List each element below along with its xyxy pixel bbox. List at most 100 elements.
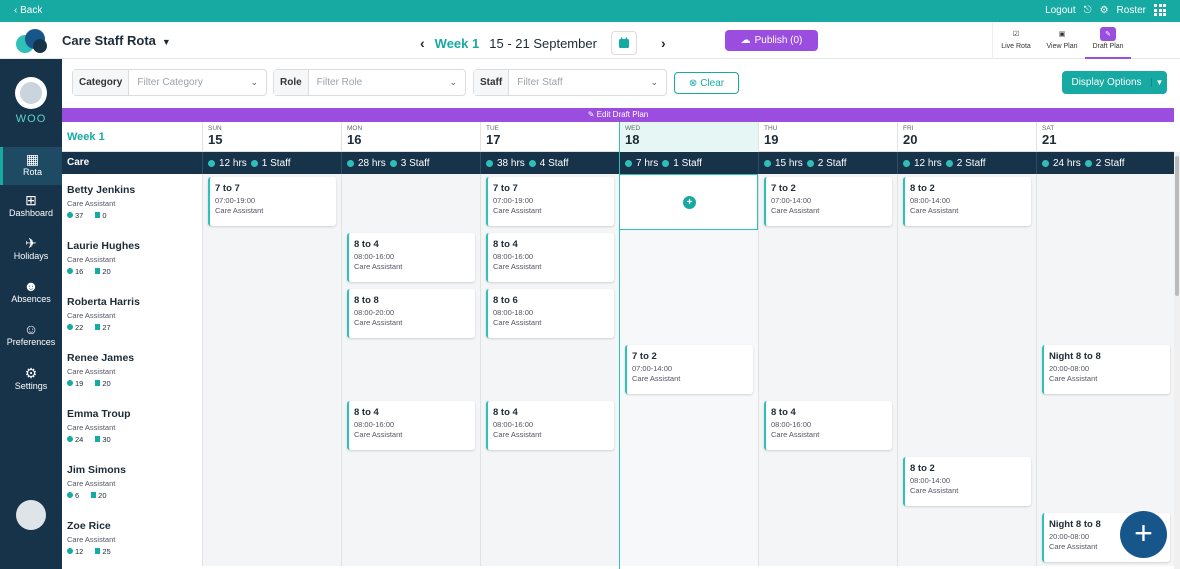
rota-cell[interactable] (1036, 454, 1175, 510)
sidebar-item-dashboard[interactable]: ⊞ Dashboard (0, 192, 62, 218)
rota-cell[interactable] (897, 286, 1036, 342)
rota-cell[interactable] (1036, 174, 1175, 230)
roster-link[interactable]: Roster (1117, 5, 1146, 16)
shift-card[interactable]: 7 to 7 07:00-19:00 Care Assistant (208, 177, 336, 226)
staff-info[interactable]: Renee James Care Assistant 19 20 (62, 342, 202, 398)
rota-cell[interactable] (619, 398, 758, 454)
shift-card[interactable]: 8 to 8 08:00-20:00 Care Assistant (347, 289, 475, 338)
mode-view-plan[interactable]: ▣ View Plan (1039, 22, 1085, 59)
publish-button[interactable]: ☁ Publish (0) (725, 30, 818, 51)
rota-cell[interactable] (758, 230, 897, 286)
rota-cell[interactable] (480, 342, 619, 398)
rota-cell[interactable] (480, 454, 619, 510)
display-options-button[interactable]: Display Options ▼ (1062, 71, 1167, 94)
shift-card[interactable]: 8 to 6 08:00-18:00 Care Assistant (486, 289, 614, 338)
rota-cell[interactable]: 8 to 4 08:00-16:00 Care Assistant (341, 398, 480, 454)
rota-cell[interactable] (202, 230, 341, 286)
staff-info[interactable]: Jim Simons Care Assistant 6 20 (62, 454, 202, 510)
rota-cell[interactable] (341, 174, 480, 230)
rota-cell[interactable]: 7 to 7 07:00-19:00 Care Assistant (202, 174, 341, 230)
rota-cell[interactable] (758, 286, 897, 342)
shift-card[interactable]: 8 to 2 08:00-14:00 Care Assistant (903, 457, 1031, 506)
staff-info[interactable]: Zoe Rice Care Assistant 12 25 (62, 510, 202, 566)
shift-card[interactable]: 8 to 4 08:00-16:00 Care Assistant (486, 233, 614, 282)
rota-cell[interactable] (897, 398, 1036, 454)
clear-button[interactable]: ⊗ Clear (674, 72, 739, 94)
rota-cell[interactable]: 8 to 2 08:00-14:00 Care Assistant (897, 174, 1036, 230)
staff-info[interactable]: Laurie Hughes Care Assistant 16 20 (62, 230, 202, 286)
rota-cell[interactable] (1036, 230, 1175, 286)
rota-cell[interactable] (619, 230, 758, 286)
shift-card[interactable]: 7 to 7 07:00-19:00 Care Assistant (486, 177, 614, 226)
next-week-button[interactable]: › (661, 35, 666, 51)
mode-live-rota[interactable]: ☑ Live Rota (993, 22, 1039, 59)
rota-cell[interactable] (202, 286, 341, 342)
rota-cell[interactable] (758, 510, 897, 566)
rota-cell[interactable] (897, 510, 1036, 566)
empty-cell-hover[interactable]: + (619, 174, 758, 230)
staff-info[interactable]: Emma Troup Care Assistant 24 30 (62, 398, 202, 454)
rota-cell[interactable] (619, 510, 758, 566)
sidebar-item-settings[interactable]: ⚙ Settings (0, 365, 62, 391)
rota-cell[interactable] (341, 342, 480, 398)
rota-cell[interactable] (341, 454, 480, 510)
rota-cell[interactable]: 7 to 7 07:00-19:00 Care Assistant (480, 174, 619, 230)
rota-cell[interactable]: 7 to 2 07:00-14:00 Care Assistant (619, 342, 758, 398)
rota-cell[interactable]: 8 to 4 08:00-16:00 Care Assistant (480, 398, 619, 454)
shift-card[interactable]: 7 to 2 07:00-14:00 Care Assistant (625, 345, 753, 394)
sidebar-item-absences[interactable]: ☻ Absences (0, 278, 62, 304)
logout-link[interactable]: Logout (1045, 5, 1076, 16)
rota-cell[interactable] (619, 454, 758, 510)
rota-cell[interactable] (758, 454, 897, 510)
shift-card[interactable]: 8 to 4 08:00-16:00 Care Assistant (486, 401, 614, 450)
logout-icon[interactable]: ⎋ (1084, 5, 1092, 16)
rota-selector[interactable]: Care Staff Rota ▼ (62, 33, 171, 48)
chevron-down-icon[interactable]: ▼ (1151, 78, 1167, 87)
apps-grid-icon[interactable] (1154, 4, 1166, 16)
role-filter[interactable]: Role Filter Role ⌄ (273, 69, 466, 96)
rota-cell[interactable] (1036, 286, 1175, 342)
staff-filter[interactable]: Staff Filter Staff ⌄ (473, 69, 667, 96)
rota-cell[interactable]: 8 to 2 08:00-14:00 Care Assistant (897, 454, 1036, 510)
shift-card[interactable]: 8 to 2 08:00-14:00 Care Assistant (903, 177, 1031, 226)
gear-icon[interactable]: ⚙ (1100, 5, 1109, 16)
scrollbar[interactable] (1174, 152, 1180, 569)
rota-cell[interactable] (480, 510, 619, 566)
staff-info[interactable]: Betty Jenkins Care Assistant 37 0 (62, 174, 202, 230)
calendar-button[interactable] (610, 31, 637, 55)
rota-cell[interactable]: 8 to 4 08:00-16:00 Care Assistant (758, 398, 897, 454)
edit-draft-plan-bar[interactable]: ✎ Edit Draft Plan (62, 108, 1174, 122)
shift-card[interactable]: 7 to 2 07:00-14:00 Care Assistant (764, 177, 892, 226)
sidebar-item-rota[interactable]: ▦ Rota (0, 147, 62, 185)
rota-cell[interactable] (202, 342, 341, 398)
rota-cell[interactable] (1036, 398, 1175, 454)
mode-draft-plan[interactable]: ✎ Draft Plan (1085, 22, 1131, 59)
avatar[interactable] (16, 500, 46, 530)
shift-card[interactable]: 8 to 4 08:00-16:00 Care Assistant (764, 401, 892, 450)
shift-card[interactable]: 8 to 4 08:00-16:00 Care Assistant (347, 233, 475, 282)
rota-cell[interactable] (202, 510, 341, 566)
rota-cell[interactable]: 8 to 4 08:00-16:00 Care Assistant (480, 230, 619, 286)
rota-cell[interactable] (202, 398, 341, 454)
add-shift-button[interactable]: + (1120, 511, 1167, 558)
shift-card[interactable]: Night 8 to 8 20:00-08:00 Care Assistant (1042, 345, 1170, 394)
rota-cell[interactable] (758, 342, 897, 398)
rota-cell[interactable] (202, 454, 341, 510)
rota-cell[interactable] (897, 342, 1036, 398)
rota-cell[interactable]: 7 to 2 07:00-14:00 Care Assistant (758, 174, 897, 230)
staff-info[interactable]: Roberta Harris Care Assistant 22 27 (62, 286, 202, 342)
rota-cell[interactable]: 8 to 4 08:00-16:00 Care Assistant (341, 230, 480, 286)
rota-cell[interactable] (341, 510, 480, 566)
org-logo[interactable] (15, 77, 47, 109)
rota-cell[interactable]: Night 8 to 8 20:00-08:00 Care Assistant (1036, 342, 1175, 398)
add-icon[interactable]: + (683, 196, 696, 209)
back-link[interactable]: ‹ Back (14, 5, 42, 16)
rota-cell[interactable]: 8 to 8 08:00-20:00 Care Assistant (341, 286, 480, 342)
rota-cell[interactable]: 8 to 6 08:00-18:00 Care Assistant (480, 286, 619, 342)
rota-cell[interactable] (619, 286, 758, 342)
prev-week-button[interactable]: ‹ (420, 35, 425, 51)
rota-cell[interactable] (897, 230, 1036, 286)
category-filter[interactable]: Category Filter Category ⌄ (72, 69, 267, 96)
shift-card[interactable]: 8 to 4 08:00-16:00 Care Assistant (347, 401, 475, 450)
sidebar-item-preferences[interactable]: ☺ Preferences (0, 321, 62, 347)
